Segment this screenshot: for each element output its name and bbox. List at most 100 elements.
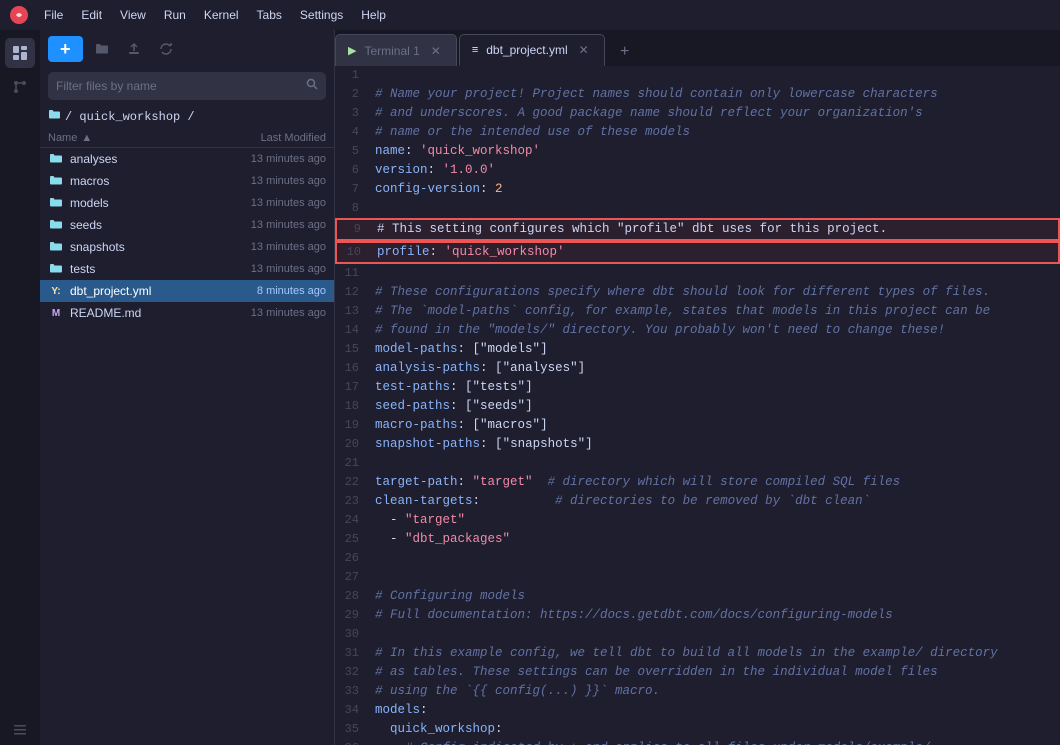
menu-kernel[interactable]: Kernel — [196, 6, 247, 24]
line-content — [371, 454, 1060, 473]
file-panel: + — [40, 30, 335, 745]
list-item[interactable]: macros 13 minutes ago — [40, 170, 334, 192]
list-item[interactable]: snapshots 13 minutes ago — [40, 236, 334, 258]
list-item[interactable]: analyses 13 minutes ago — [40, 148, 334, 170]
table-row: 24 - "target" — [335, 511, 1060, 530]
line-number: 6 — [335, 161, 371, 180]
table-row: 14# found in the "models/" directory. Yo… — [335, 321, 1060, 340]
line-content: quick_workshop: — [371, 720, 1060, 739]
editor-area: ▶ Terminal 1 ✕ ≡ dbt_project.yml ✕ + 12#… — [335, 30, 1060, 745]
table-row: 35 quick_workshop: — [335, 720, 1060, 739]
folder-icon — [48, 108, 61, 125]
tab-add-button[interactable]: + — [611, 38, 639, 66]
table-row: 17test-paths: ["tests"] — [335, 378, 1060, 397]
menu-file[interactable]: File — [36, 6, 71, 24]
table-row: 15model-paths: ["models"] — [335, 340, 1060, 359]
line-content: macro-paths: ["macros"] — [371, 416, 1060, 435]
file-name: seeds — [70, 218, 216, 232]
file-modified: 13 minutes ago — [216, 219, 326, 231]
breadcrumb-path: / quick_workshop / — [65, 110, 195, 124]
table-row: 13# The `model-paths` config, for exampl… — [335, 302, 1060, 321]
upload-button[interactable] — [121, 36, 147, 62]
file-modified: 13 minutes ago — [216, 307, 326, 319]
menu-edit[interactable]: Edit — [73, 6, 110, 24]
line-number: 15 — [335, 340, 371, 359]
table-row: 2# Name your project! Project names shou… — [335, 85, 1060, 104]
col-header-name[interactable]: Name ▲ — [48, 132, 216, 144]
new-file-button[interactable]: + — [48, 36, 83, 62]
tab-yaml[interactable]: ≡ dbt_project.yml ✕ — [459, 34, 605, 66]
file-modified: 13 minutes ago — [216, 153, 326, 165]
table-row: 11 — [335, 264, 1060, 283]
icon-sidebar — [0, 30, 40, 745]
file-list: analyses 13 minutes ago macros 13 minute… — [40, 148, 334, 745]
folder-icon — [48, 151, 64, 167]
line-number: 28 — [335, 587, 371, 606]
table-row: 28# Configuring models — [335, 587, 1060, 606]
folder-icon — [48, 239, 64, 255]
list-item[interactable]: tests 13 minutes ago — [40, 258, 334, 280]
file-modified: 13 minutes ago — [216, 263, 326, 275]
line-number: 31 — [335, 644, 371, 663]
file-name: analyses — [70, 152, 216, 166]
line-number: 36 — [335, 739, 371, 745]
tab-terminal-close[interactable]: ✕ — [428, 43, 444, 59]
line-number: 13 — [335, 302, 371, 321]
md-icon: M — [48, 305, 64, 321]
col-header-modified[interactable]: Last Modified — [216, 132, 326, 144]
line-number: 5 — [335, 142, 371, 161]
file-name: README.md — [70, 306, 216, 320]
main-container: + — [0, 30, 1060, 745]
menu-run[interactable]: Run — [156, 6, 194, 24]
line-number: 22 — [335, 473, 371, 492]
table-row: 16analysis-paths: ["analyses"] — [335, 359, 1060, 378]
menu-view[interactable]: View — [112, 6, 154, 24]
file-toolbar: + — [40, 30, 334, 68]
tab-terminal[interactable]: ▶ Terminal 1 ✕ — [335, 34, 457, 66]
app-logo — [10, 6, 28, 24]
breadcrumb: / quick_workshop / — [40, 104, 334, 129]
file-name: dbt_project.yml — [70, 284, 216, 298]
line-content: - "dbt_packages" — [371, 530, 1060, 549]
menu-settings[interactable]: Settings — [292, 6, 351, 24]
table-row: 32# as tables. These settings can be ove… — [335, 663, 1060, 682]
table-row: 29# Full documentation: https://docs.get… — [335, 606, 1060, 625]
open-folder-button[interactable] — [89, 36, 115, 62]
tab-terminal-label: Terminal 1 — [364, 44, 419, 58]
search-input[interactable] — [56, 79, 306, 93]
list-item[interactable]: models 13 minutes ago — [40, 192, 334, 214]
sidebar-icon-list[interactable] — [5, 715, 35, 745]
file-modified: 13 minutes ago — [216, 197, 326, 209]
line-number: 3 — [335, 104, 371, 123]
sidebar-icon-git[interactable] — [5, 72, 35, 102]
list-item[interactable]: Y: dbt_project.yml 8 minutes ago — [40, 280, 334, 302]
yaml-tab-icon: ≡ — [472, 44, 478, 56]
line-number: 19 — [335, 416, 371, 435]
file-name: tests — [70, 262, 216, 276]
line-number: 8 — [335, 199, 371, 218]
file-name: snapshots — [70, 240, 216, 254]
table-row: 8 — [335, 199, 1060, 218]
list-item[interactable]: seeds 13 minutes ago — [40, 214, 334, 236]
folder-icon — [48, 173, 64, 189]
line-content: # name or the intended use of these mode… — [371, 123, 1060, 142]
menu-help[interactable]: Help — [353, 6, 394, 24]
line-content: name: 'quick_workshop' — [371, 142, 1060, 161]
refresh-button[interactable] — [153, 36, 179, 62]
table-row: 19macro-paths: ["macros"] — [335, 416, 1060, 435]
sidebar-icon-files[interactable] — [5, 38, 35, 68]
line-number: 1 — [335, 66, 371, 85]
file-modified: 8 minutes ago — [216, 285, 326, 297]
line-content: target-path: "target" # directory which … — [371, 473, 1060, 492]
line-number: 2 — [335, 85, 371, 104]
file-modified: 13 minutes ago — [216, 241, 326, 253]
yaml-icon: Y: — [48, 283, 64, 299]
code-editor[interactable]: 12# Name your project! Project names sho… — [335, 66, 1060, 745]
line-content: snapshot-paths: ["snapshots"] — [371, 435, 1060, 454]
tab-yaml-close[interactable]: ✕ — [576, 42, 592, 58]
list-item[interactable]: M README.md 13 minutes ago — [40, 302, 334, 324]
folder-icon — [48, 261, 64, 277]
line-number: 24 — [335, 511, 371, 530]
menu-tabs[interactable]: Tabs — [249, 6, 290, 24]
table-row: 1 — [335, 66, 1060, 85]
